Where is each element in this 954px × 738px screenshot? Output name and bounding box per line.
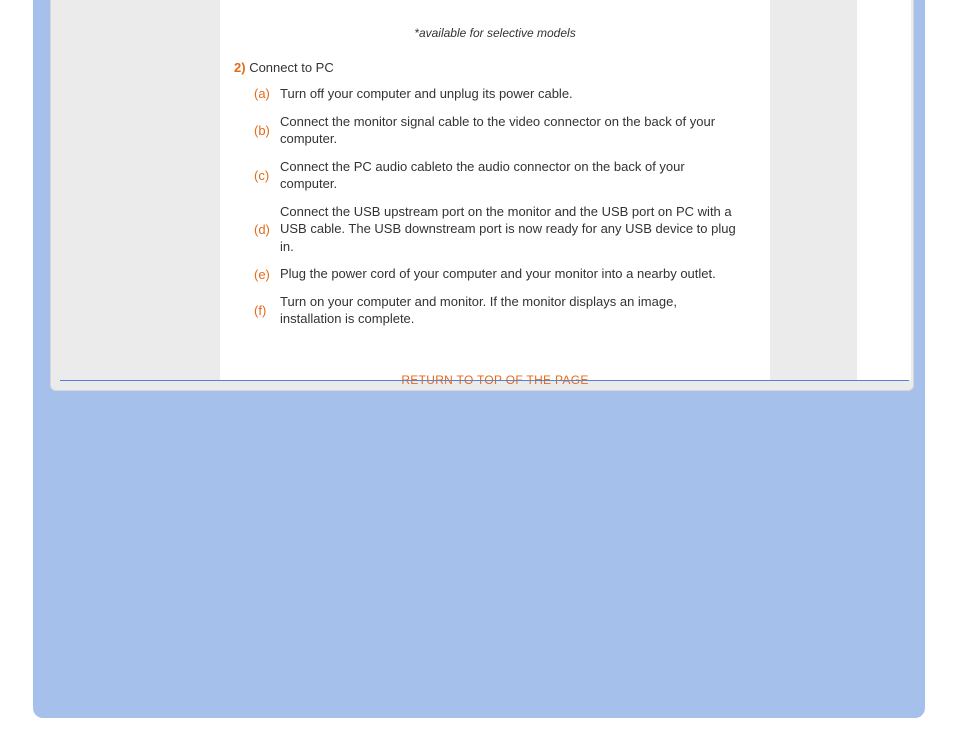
- step-title: Connect to PC: [249, 60, 334, 75]
- substep-text: Connect the PC audio cableto the audio c…: [280, 158, 740, 193]
- substep-c: (c) Connect the PC audio cableto the aud…: [234, 158, 740, 193]
- substep-letter: (d): [234, 222, 280, 237]
- substep-text: Connect the monitor signal cable to the …: [280, 113, 740, 148]
- substep-d: (d) Connect the USB upstream port on the…: [234, 203, 740, 256]
- substep-a: (a) Turn off your computer and unplug it…: [234, 85, 740, 103]
- substep-f: (f) Turn on your computer and monitor. I…: [234, 293, 740, 328]
- availability-note: *available for selective models: [220, 0, 770, 40]
- substep-b: (b) Connect the monitor signal cable to …: [234, 113, 740, 148]
- step-number: 2): [234, 60, 246, 75]
- substep-text: Connect the USB upstream port on the mon…: [280, 203, 740, 256]
- substep-letter: (c): [234, 168, 280, 183]
- substep-e: (e) Plug the power cord of your computer…: [234, 265, 740, 283]
- substep-letter: (f): [234, 303, 280, 318]
- substep-text: Turn on your computer and monitor. If th…: [280, 293, 740, 328]
- page-background: *available for selective models 2) Conne…: [0, 0, 954, 738]
- horizontal-divider: [60, 380, 909, 381]
- substep-letter: (b): [234, 123, 280, 138]
- document-body: *available for selective models 2) Conne…: [220, 0, 770, 380]
- step-header: 2) Connect to PC: [220, 40, 770, 85]
- substep-text: Turn off your computer and unplug its po…: [280, 85, 740, 103]
- substep-letter: (e): [234, 267, 280, 282]
- substep-list: (a) Turn off your computer and unplug it…: [220, 85, 770, 328]
- right-margin-strip: [857, 0, 911, 380]
- substep-letter: (a): [234, 86, 280, 101]
- substep-text: Plug the power cord of your computer and…: [280, 265, 740, 283]
